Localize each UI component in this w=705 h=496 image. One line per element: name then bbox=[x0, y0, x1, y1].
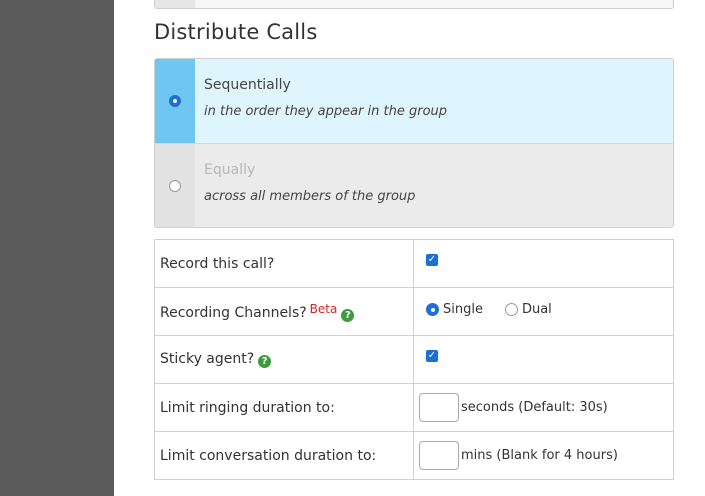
help-icon[interactable]: ? bbox=[258, 355, 272, 368]
sticky-agent-checkbox[interactable]: ✓ bbox=[426, 350, 438, 362]
sticky-agent-label: Sticky agent? bbox=[160, 351, 255, 367]
previous-section-remnant bbox=[154, 0, 674, 9]
recording-channels-radios: Single Dual bbox=[426, 302, 552, 317]
conversation-duration-input[interactable] bbox=[419, 441, 459, 470]
conversation-duration-hint: mins (Blank for 4 hours) bbox=[461, 448, 618, 463]
radio-sequentially[interactable] bbox=[169, 95, 181, 107]
radio-dual-label: Dual bbox=[521, 302, 552, 317]
main-content: Distribute Calls Sequentially in the ord… bbox=[114, 0, 705, 496]
radio-equally[interactable] bbox=[169, 180, 181, 192]
distribution-options: Sequentially in the order they appear in… bbox=[154, 58, 674, 228]
settings-row-sticky: Sticky agent?? ✓ bbox=[154, 335, 674, 384]
option-subtitle: in the order they appear in the group bbox=[204, 104, 448, 119]
settings-row-conversation: Limit conversation duration to: mins (Bl… bbox=[154, 431, 674, 480]
conversation-duration-label: Limit conversation duration to: bbox=[154, 431, 414, 480]
beta-badge: Beta bbox=[309, 301, 338, 316]
recording-channels-label: Recording Channels? bbox=[160, 304, 307, 321]
left-sidebar bbox=[0, 0, 114, 496]
radio-single-label: Single bbox=[443, 302, 483, 317]
option-sequentially[interactable]: Sequentially in the order they appear in… bbox=[155, 59, 673, 143]
option-equally[interactable]: Equally across all members of the group bbox=[155, 143, 673, 227]
help-icon[interactable]: ? bbox=[341, 308, 355, 322]
section-title: Distribute Calls bbox=[154, 20, 318, 44]
ringing-duration-hint: seconds (Default: 30s) bbox=[461, 400, 608, 415]
settings-row-record: Record this call? ✓ bbox=[154, 239, 674, 288]
record-call-label: Record this call? bbox=[154, 239, 414, 288]
option-subtitle: across all members of the group bbox=[204, 189, 416, 204]
option-title: Equally bbox=[204, 162, 256, 178]
radio-single[interactable] bbox=[426, 303, 439, 316]
ringing-duration-label: Limit ringing duration to: bbox=[154, 383, 414, 432]
settings-row-ringing: Limit ringing duration to: seconds (Defa… bbox=[154, 383, 674, 432]
option-title: Sequentially bbox=[204, 77, 291, 93]
record-call-checkbox[interactable]: ✓ bbox=[426, 254, 438, 266]
settings-row-channels: Recording Channels? Beta? Single Dual bbox=[154, 287, 674, 336]
radio-dual[interactable] bbox=[504, 303, 518, 316]
ringing-duration-input[interactable] bbox=[419, 393, 459, 422]
call-settings-table: Record this call? ✓ Recording Channels? B… bbox=[154, 239, 674, 480]
